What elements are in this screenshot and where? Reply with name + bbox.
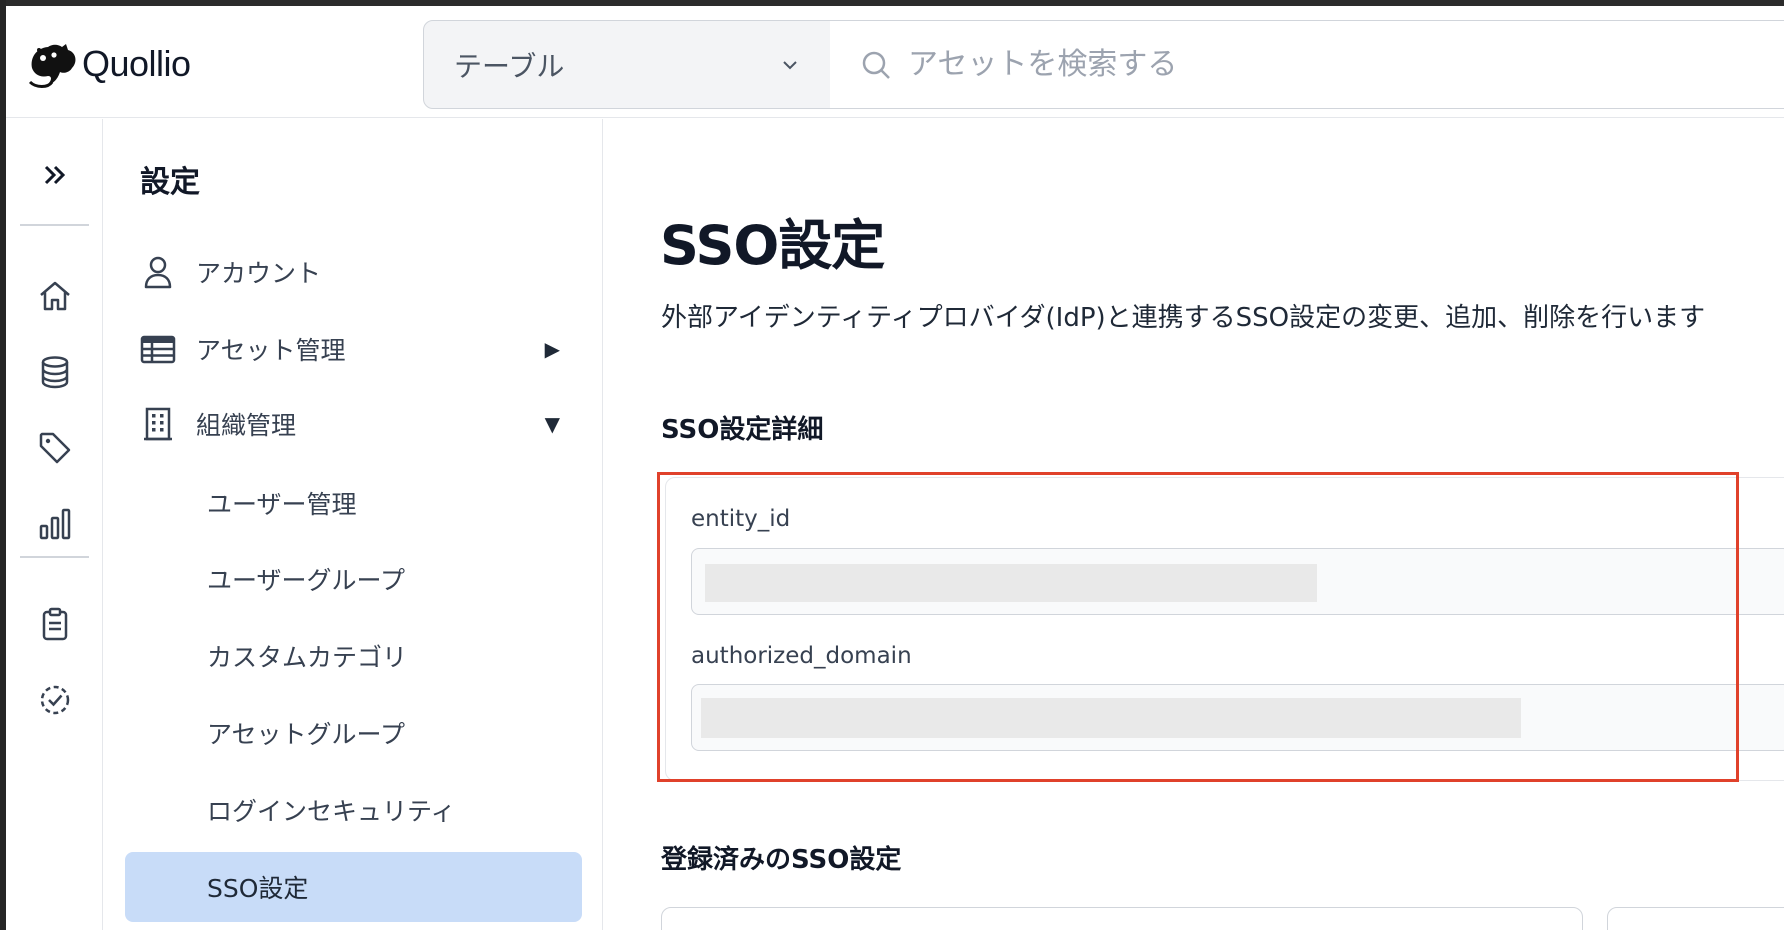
sidebar-item-login-security[interactable]: ログインセキュリティ (125, 775, 582, 845)
page-description: 外部アイデンティティプロバイダ(IdP)と連携するSSO設定の変更、追加、削除を… (661, 303, 1706, 333)
database-icon (41, 356, 69, 389)
bar-chart-icon (39, 508, 71, 540)
sidebar-item-user-groups[interactable]: ユーザーグループ (125, 544, 582, 614)
registered-sso-card[interactable] (661, 907, 1583, 930)
sidebar-item-sso-settings[interactable]: SSO設定 (125, 852, 582, 922)
nav-analytics[interactable] (35, 504, 75, 544)
sidebar-item-custom-categories[interactable]: カスタムカテゴリ (125, 621, 582, 691)
sidebar-item-asset-groups[interactable]: アセットグループ (125, 698, 582, 768)
clipboard-icon (42, 607, 68, 641)
check-circle-icon (40, 685, 70, 715)
app-header: Quollio テーブル (6, 6, 1784, 118)
chevron-down-icon (783, 61, 797, 70)
user-icon (138, 252, 178, 292)
home-icon (40, 281, 70, 311)
table-icon (138, 329, 178, 369)
expand-button[interactable] (35, 155, 75, 195)
sidebar-item-asset-management[interactable]: アセット管理 ▶ (138, 324, 578, 374)
sidebar-item-user-management[interactable]: ユーザー管理 (125, 468, 582, 538)
page-title: SSO設定 (660, 214, 885, 277)
brand-name: Quollio (82, 43, 191, 84)
highlight-box (657, 472, 1739, 782)
sidebar-item-org-management[interactable]: 組織管理 ▼ (138, 399, 578, 449)
expand-arrow-icon[interactable]: ▶ (545, 337, 560, 361)
sidebar-item-label: アカウント (196, 259, 322, 288)
brand-logo[interactable]: Quollio (26, 38, 191, 90)
nav-home[interactable] (35, 276, 75, 316)
expand-icon (44, 165, 66, 185)
quokka-logo-icon (28, 44, 76, 88)
icon-rail (6, 119, 103, 930)
main-content: SSO設定 外部アイデンティティプロバイダ(IdP)と連携するSSO設定の変更、… (604, 119, 1784, 930)
sidebar-item-account[interactable]: アカウント (138, 247, 578, 297)
tag-icon (39, 432, 71, 464)
settings-sidebar: 設定 アカウント アセット管理 ▶ 組織管理 ▼ ユーザー管理 ユーザーグループ… (104, 119, 603, 930)
nav-tags[interactable] (35, 428, 75, 468)
sidebar-item-label: アセット管理 (196, 336, 346, 365)
nav-tasks[interactable] (35, 604, 75, 644)
search-input[interactable] (908, 47, 1708, 82)
sidebar-title: 設定 (140, 165, 200, 200)
building-icon (138, 404, 178, 444)
rail-divider (20, 224, 89, 226)
asset-type-select[interactable]: テーブル (423, 20, 831, 109)
nav-review[interactable] (35, 680, 75, 720)
section-heading-registered-sso: 登録済みのSSO設定 (661, 845, 902, 875)
section-heading-sso-details: SSO設定詳細 (661, 415, 824, 445)
sidebar-item-label: 組織管理 (196, 411, 297, 440)
registered-sso-card[interactable] (1607, 907, 1784, 930)
asset-search[interactable] (830, 20, 1784, 109)
collapse-arrow-icon[interactable]: ▼ (545, 412, 560, 436)
nav-database[interactable] (35, 352, 75, 392)
rail-divider (20, 556, 89, 558)
search-icon (862, 51, 890, 79)
asset-type-label: テーブル (454, 49, 565, 83)
